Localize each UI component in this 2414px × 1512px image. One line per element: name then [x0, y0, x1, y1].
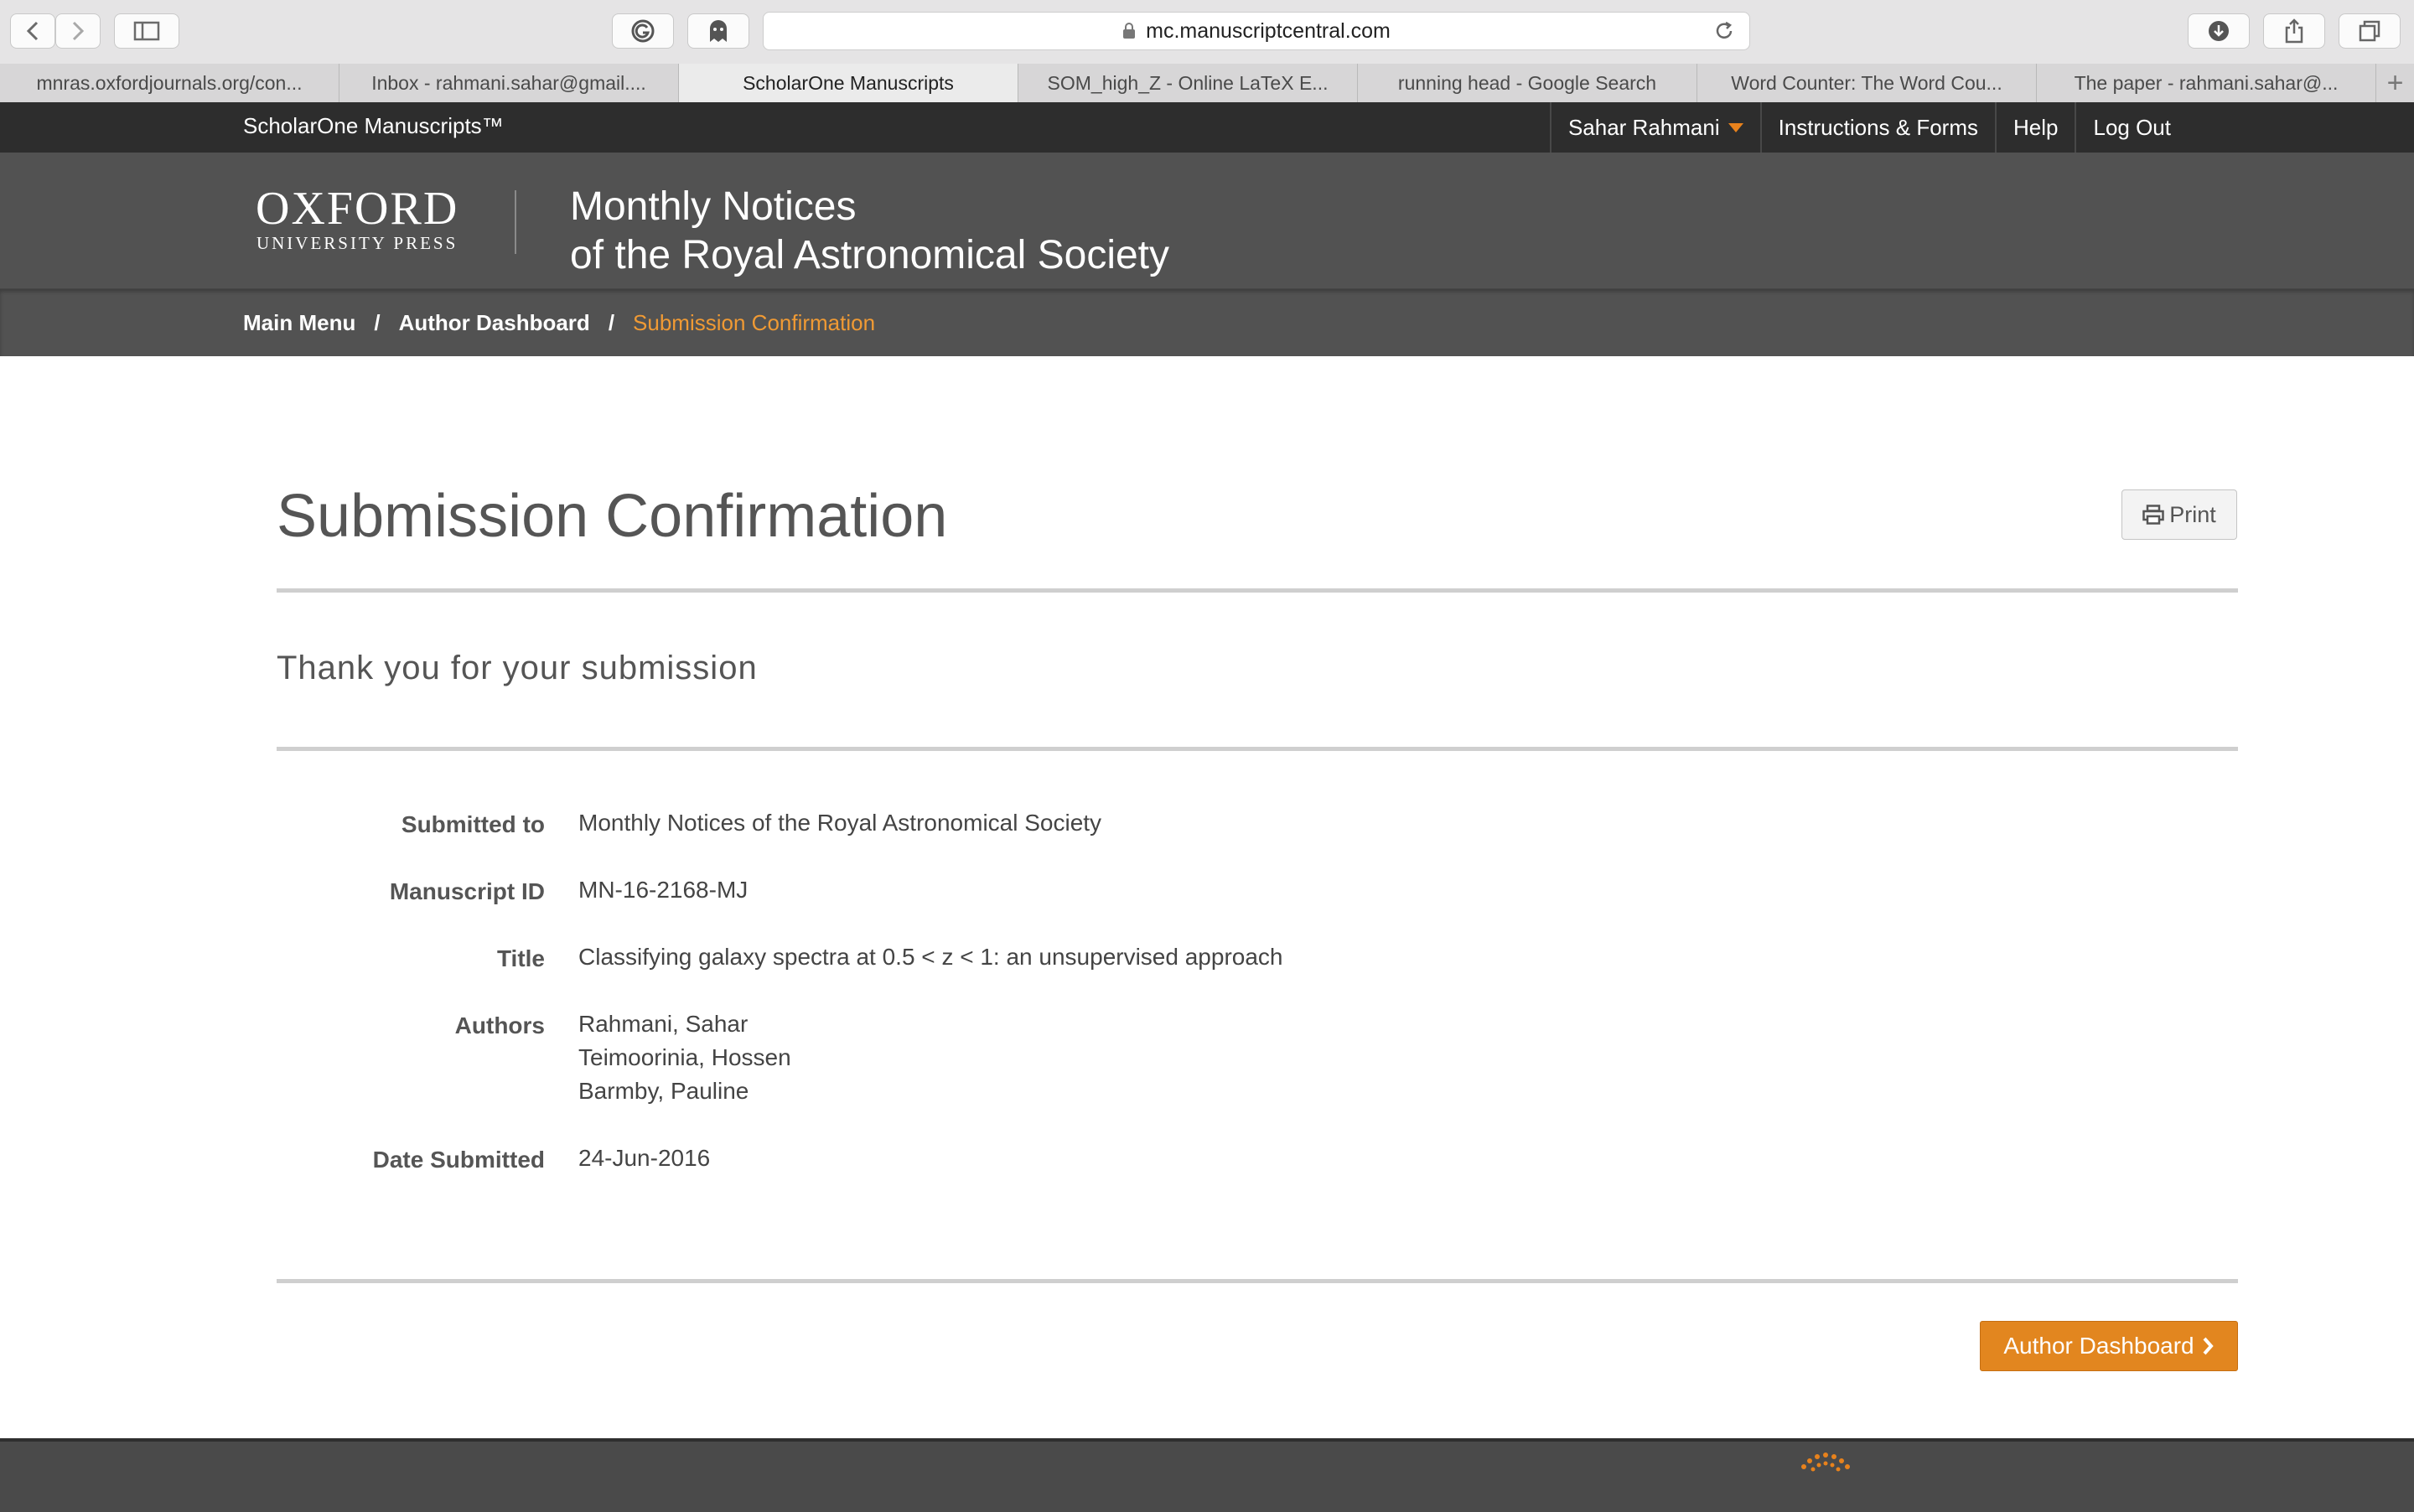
submitted-to-value: Monthly Notices of the Royal Astronomica… — [578, 810, 1102, 836]
date-submitted-label: Date Submitted — [372, 1147, 545, 1173]
chevron-right-icon — [2203, 1337, 2214, 1355]
author-item: Barmby, Pauline — [578, 1078, 749, 1104]
authors-list: Rahmani, Sahar Teimoorinia, Hossen Barmb… — [578, 1007, 791, 1108]
thank-you-message: Thank you for your submission — [277, 650, 758, 686]
print-label: Print — [2169, 501, 2216, 527]
chevron-right-icon — [72, 21, 85, 41]
caret-down-icon — [1728, 122, 1743, 132]
help-link[interactable]: Help — [1995, 102, 2075, 153]
user-nav: Sahar Rahmani Instructions & Forms Help … — [1549, 102, 2414, 153]
publisher-line1: OXFORD — [256, 183, 459, 235]
lock-icon — [1123, 23, 1136, 39]
manuscript-id-label: Manuscript ID — [389, 878, 545, 904]
browser-toolbar: mc.manuscriptcentral.com — [0, 0, 2414, 65]
new-tab-button[interactable]: + — [2376, 64, 2414, 102]
divider — [277, 747, 2238, 751]
user-name: Sahar Rahmani — [1567, 114, 1720, 140]
brand-name: ScholarOne Manuscripts™ — [243, 113, 504, 138]
date-submitted-value: 24-Jun-2016 — [578, 1145, 711, 1171]
breadcrumb-author-dashboard[interactable]: Author Dashboard — [399, 310, 590, 336]
chevron-left-icon — [26, 21, 39, 41]
journal-title: Monthly Notices of the Royal Astronomica… — [570, 183, 1169, 280]
breadcrumb-separator: / — [374, 309, 381, 335]
author-item: Teimoorinia, Hossen — [578, 1044, 791, 1070]
tab-scholarone[interactable]: ScholarOne Manuscripts — [679, 64, 1018, 102]
breadcrumb-separator: / — [608, 309, 615, 335]
user-menu[interactable]: Sahar Rahmani — [1549, 102, 1760, 153]
breadcrumb-current: Submission Confirmation — [633, 309, 876, 335]
tab-strip: mnras.oxfordjournals.org/con... Inbox - … — [0, 64, 2414, 103]
address-bar[interactable]: mc.manuscriptcentral.com — [763, 12, 1750, 50]
tab-overleaf[interactable]: SOM_high_Z - Online LaTeX E... — [1018, 64, 1358, 102]
authors-label: Authors — [454, 1012, 545, 1038]
author-item: Rahmani, Sahar — [578, 1011, 749, 1037]
submitted-to-label: Submitted to — [401, 811, 545, 837]
tab-the-paper[interactable]: The paper - rahmani.sahar@... — [2037, 64, 2376, 102]
banner-divider — [515, 190, 516, 254]
grammarly-extension-button[interactable] — [612, 13, 674, 49]
back-button[interactable] — [10, 13, 55, 49]
download-icon — [2209, 21, 2229, 41]
tab-google-search[interactable]: running head - Google Search — [1358, 64, 1697, 102]
tab-mnras[interactable]: mnras.oxfordjournals.org/con... — [0, 64, 339, 102]
sidebar-icon — [133, 21, 160, 41]
tab-word-counter[interactable]: Word Counter: The Word Cou... — [1697, 64, 2037, 102]
journal-banner: OXFORD UNIVERSITY PRESS Monthly Notices … — [0, 153, 2414, 288]
tabs-icon — [2359, 20, 2380, 42]
downloads-button[interactable] — [2188, 13, 2250, 49]
ghostery-extension-button[interactable] — [687, 13, 749, 49]
divider — [277, 588, 2238, 593]
oxford-logo[interactable]: OXFORD UNIVERSITY PRESS — [256, 184, 458, 254]
url-text: mc.manuscriptcentral.com — [1146, 18, 1391, 43]
page-footer — [0, 1438, 2414, 1512]
tab-inbox[interactable]: Inbox - rahmani.sahar@gmail.... — [339, 64, 679, 102]
page-title: Submission Confirmation — [277, 483, 948, 550]
title-value: Classifying galaxy spectra at 0.5 < z < … — [578, 944, 1283, 970]
breadcrumb-main-menu[interactable]: Main Menu — [243, 310, 355, 336]
share-button[interactable] — [2263, 13, 2325, 49]
breadcrumb: Main Menu / Author Dashboard / Submissio… — [0, 288, 2414, 356]
author-dashboard-button[interactable]: Author Dashboard — [1980, 1321, 2238, 1371]
journal-line2: of the Royal Astronomical Society — [570, 233, 1170, 277]
instructions-forms-link[interactable]: Instructions & Forms — [1759, 102, 1995, 153]
sidebar-toggle-button[interactable] — [114, 13, 179, 49]
share-icon — [2285, 18, 2303, 44]
publisher-line2: UNIVERSITY PRESS — [256, 233, 458, 253]
title-label: Title — [496, 945, 545, 971]
author-dashboard-label: Author Dashboard — [2003, 1333, 2194, 1359]
tab-overview-button[interactable] — [2339, 13, 2401, 49]
site-top-nav: ScholarOne Manuscripts™ Sahar Rahmani In… — [0, 102, 2414, 153]
clarivate-logo-icon — [1801, 1452, 1850, 1472]
printer-icon — [2142, 505, 2164, 525]
journal-line1: Monthly Notices — [570, 184, 857, 229]
grammarly-icon — [631, 19, 655, 43]
reload-icon[interactable] — [1712, 19, 1736, 43]
logout-link[interactable]: Log Out — [2075, 102, 2414, 153]
manuscript-id-value: MN-16-2168-MJ — [578, 877, 749, 903]
print-button[interactable]: Print — [2121, 489, 2237, 540]
ghost-icon — [710, 20, 727, 42]
forward-button[interactable] — [55, 13, 101, 49]
divider — [277, 1279, 2238, 1283]
